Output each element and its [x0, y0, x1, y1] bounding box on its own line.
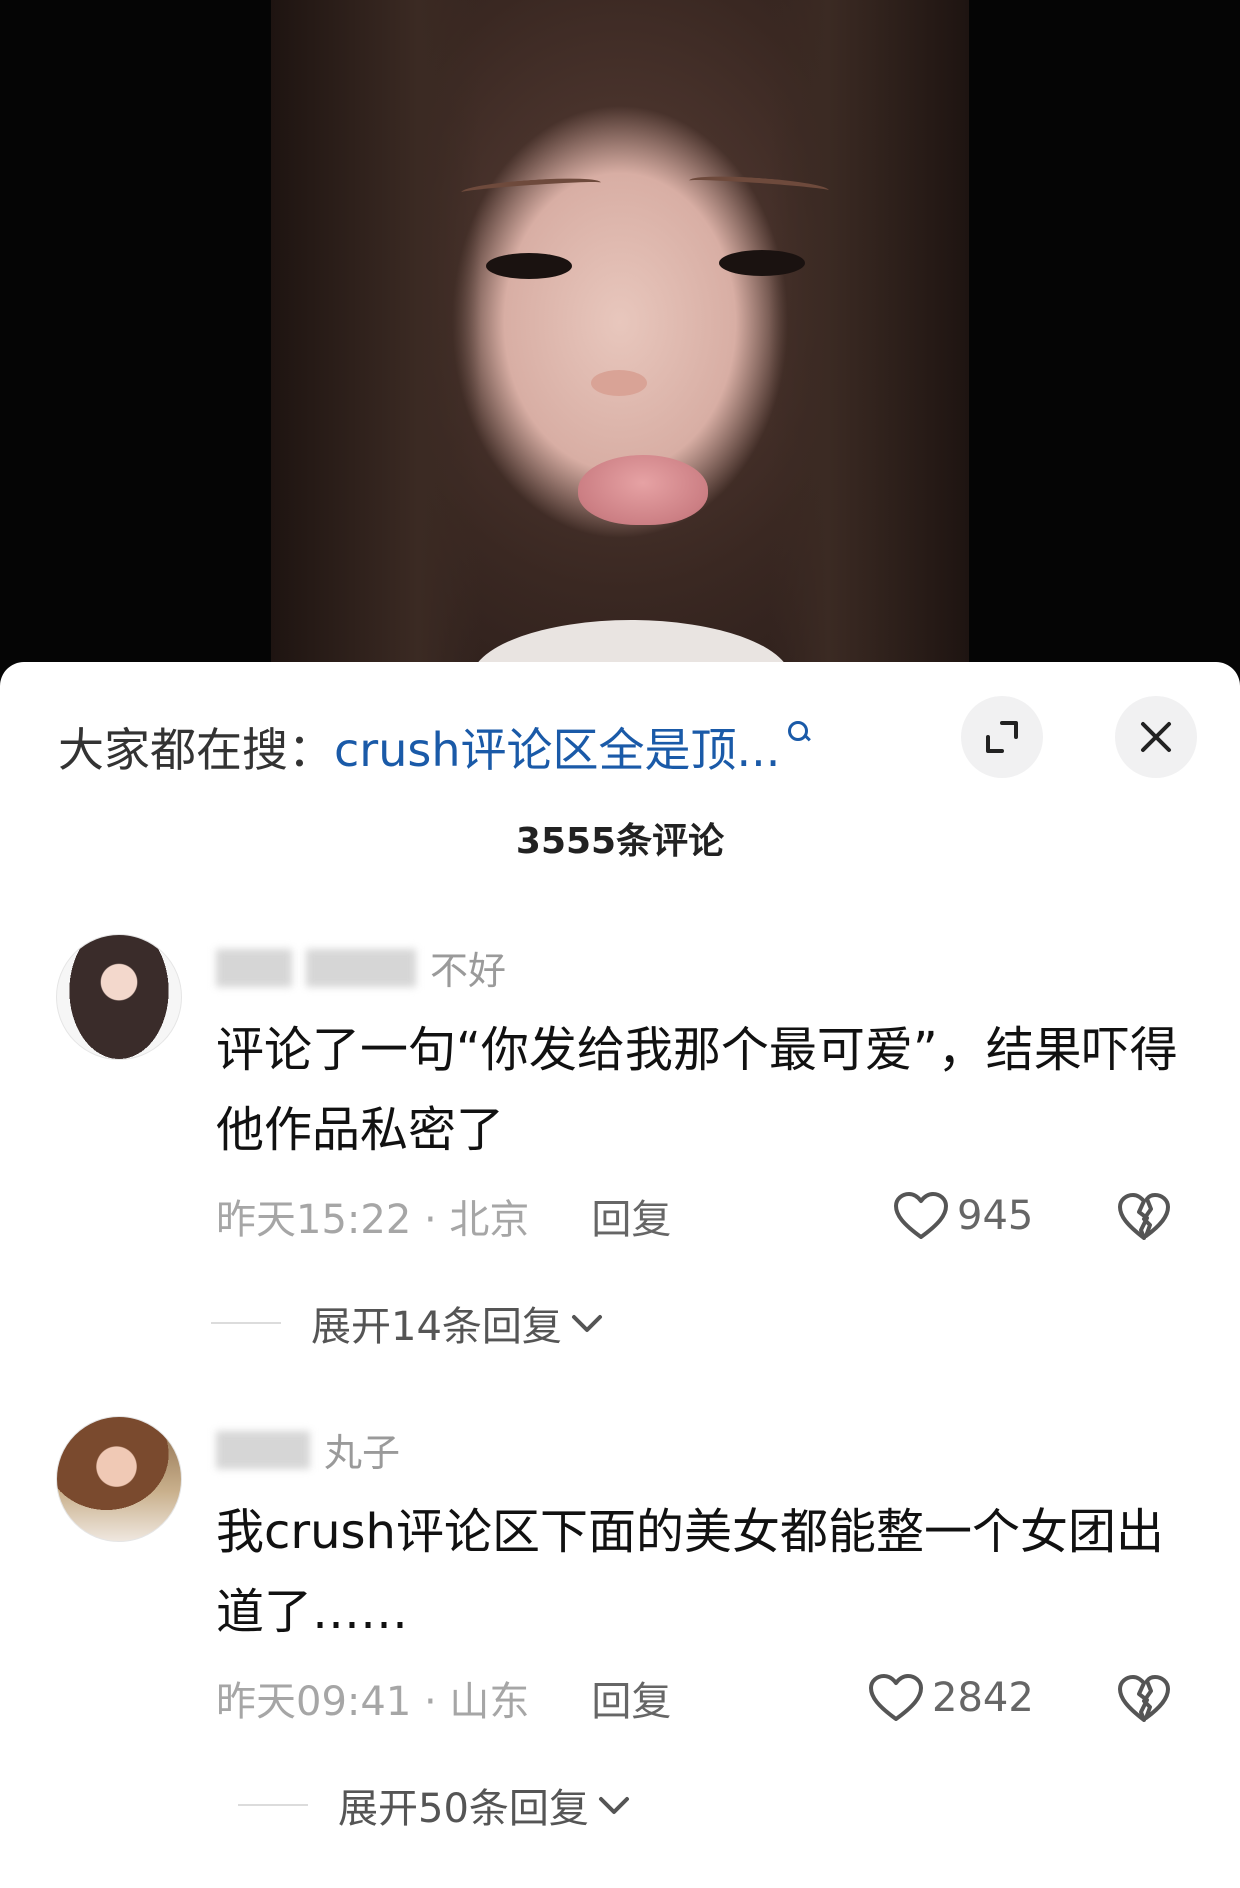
comment-text: 我crush评论区下面的美女都能整一个女团出道了……	[216, 1504, 1164, 1640]
search-prefix: 大家都在搜：	[58, 723, 334, 777]
like-count: 945	[957, 1193, 1034, 1239]
expand-replies-label: 展开14条回复	[311, 1304, 562, 1350]
username-redaction	[306, 948, 416, 987]
avatar[interactable]	[56, 1416, 182, 1542]
search-query-link[interactable]: crush评论区全是顶...	[334, 714, 780, 780]
reply-button[interactable]: 回复	[591, 1187, 671, 1245]
video-lips	[578, 455, 708, 525]
video-player[interactable]	[0, 0, 1240, 700]
video-hair-left	[271, 0, 481, 700]
video-eye-left	[486, 253, 572, 279]
username-visible: 不好	[430, 949, 507, 993]
comment-username[interactable]: 丸子	[216, 1422, 400, 1477]
comment-count-title: 3555条评论	[515, 821, 725, 862]
comment-text: 评论了一句“你发给我那个最可爱”，结果吓得他作品私密了	[216, 1022, 1178, 1158]
video-frame	[271, 0, 969, 700]
heart-icon	[869, 1674, 923, 1721]
video-brow-left	[460, 175, 602, 200]
close-icon	[1141, 722, 1171, 752]
expand-icon	[986, 721, 1018, 753]
video-nose	[591, 370, 647, 396]
heart-icon	[894, 1192, 948, 1239]
username-redaction	[216, 948, 292, 987]
like-count: 2842	[932, 1675, 1034, 1721]
video-eye-right	[719, 250, 805, 276]
video-hair-right	[769, 0, 969, 700]
username-visible: 丸子	[324, 1431, 401, 1475]
broken-heart-icon[interactable]	[1117, 1192, 1171, 1242]
chevron-down-icon	[598, 1797, 629, 1814]
search-suggestion[interactable]: 大家都在搜： crush评论区全是顶...	[58, 712, 810, 782]
comments-sheet: 大家都在搜： crush评论区全是顶... 3555条评论 不好 评论了一句“你…	[0, 662, 1240, 1888]
comment-username[interactable]: 不好	[216, 940, 506, 995]
expand-replies-button[interactable]: 展开50条回复	[238, 1776, 631, 1834]
username-redaction	[216, 1430, 310, 1469]
expand-replies-button[interactable]: 展开14条回复	[211, 1294, 604, 1352]
reply-button[interactable]: 回复	[591, 1669, 671, 1727]
like-button[interactable]: 2842	[868, 1668, 1034, 1728]
search-icon[interactable]	[788, 721, 810, 743]
comment-time-location: 昨天09:41 · 山东	[216, 1679, 530, 1725]
broken-heart-icon[interactable]	[1117, 1674, 1171, 1724]
divider-line	[238, 1804, 308, 1806]
divider-line	[211, 1322, 281, 1324]
close-button[interactable]	[1115, 696, 1197, 778]
comment-time-location: 昨天15:22 · 北京	[216, 1197, 530, 1243]
like-button[interactable]: 945	[893, 1186, 1033, 1246]
expand-button[interactable]	[961, 696, 1043, 778]
expand-replies-label: 展开50条回复	[338, 1786, 589, 1832]
chevron-down-icon	[571, 1315, 602, 1332]
avatar[interactable]	[56, 934, 182, 1060]
